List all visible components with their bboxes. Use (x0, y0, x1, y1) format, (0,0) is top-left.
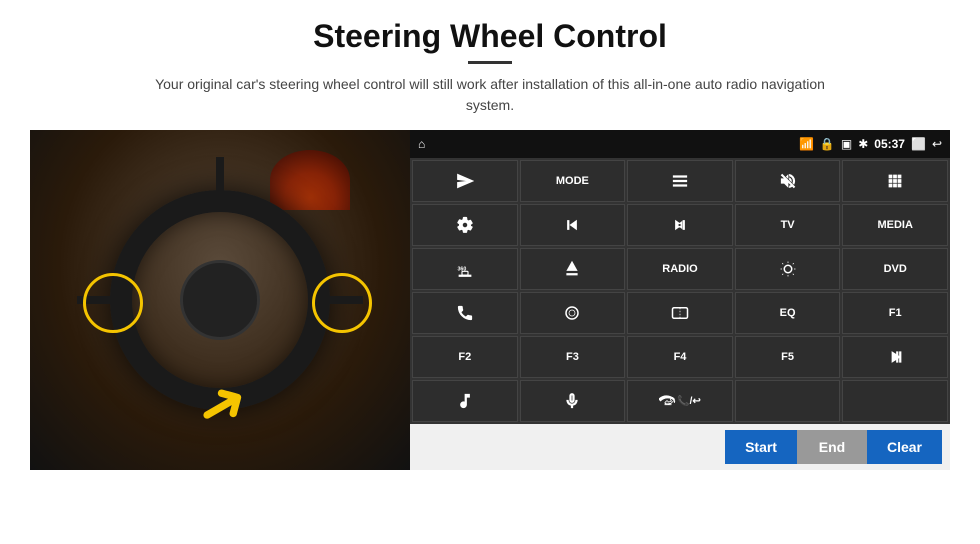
wifi-icon: 📶 (799, 137, 814, 151)
mode-button[interactable]: MODE (520, 160, 626, 202)
mic-button[interactable] (520, 380, 626, 422)
prev-button[interactable] (520, 204, 626, 246)
page-subtitle: Your original car's steering wheel contr… (140, 74, 840, 116)
dashboard-gauge (270, 150, 350, 210)
send-button[interactable] (412, 160, 518, 202)
brightness-button[interactable] (735, 248, 841, 290)
back-icon: ↩ (932, 137, 942, 151)
end-button[interactable]: End (797, 430, 867, 464)
steering-wheel-bg: ➜ (30, 130, 410, 470)
lock-icon: 🔒 (820, 137, 835, 151)
button-grid: MODE TV (410, 158, 950, 424)
home-icon: ⌂ (418, 137, 425, 151)
apps-button[interactable] (842, 160, 948, 202)
spoke-top (216, 157, 224, 212)
status-bar-right: 📶 🔒 ▣ ✱ 05:37 ⬜ ↩ (799, 137, 942, 151)
tv-button[interactable]: TV (735, 204, 841, 246)
f3-button[interactable]: F3 (520, 336, 626, 378)
status-bar: ⌂ 📶 🔒 ▣ ✱ 05:37 ⬜ ↩ (410, 130, 950, 158)
empty-2 (842, 380, 948, 422)
title-divider (468, 61, 512, 64)
bt-icon: ✱ (858, 137, 868, 151)
f1-button[interactable]: F1 (842, 292, 948, 334)
highlight-circle-left (83, 273, 143, 333)
clear-button[interactable]: Clear (867, 430, 942, 464)
steering-wheel-image: ➜ (30, 130, 410, 470)
list-button[interactable] (627, 160, 733, 202)
music-button[interactable] (412, 380, 518, 422)
start-button[interactable]: Start (725, 430, 797, 464)
swipe-button[interactable] (520, 292, 626, 334)
control-panel: ⌂ 📶 🔒 ▣ ✱ 05:37 ⬜ ↩ MODE (410, 130, 950, 470)
f2-button[interactable]: F2 (412, 336, 518, 378)
next-button[interactable] (627, 204, 733, 246)
mute-button[interactable] (735, 160, 841, 202)
cam360-button[interactable]: 360 (412, 248, 518, 290)
phone-button[interactable] (412, 292, 518, 334)
media-button[interactable]: MEDIA (842, 204, 948, 246)
settings-button[interactable] (412, 204, 518, 246)
page-container: Steering Wheel Control Your original car… (0, 0, 980, 544)
sd-icon: ▣ (841, 137, 852, 151)
screen-icon: ⬜ (911, 137, 926, 151)
status-bar-left: ⌂ (418, 137, 425, 151)
f4-button[interactable]: F4 (627, 336, 733, 378)
highlight-circle-right (312, 273, 372, 333)
content-row: ➜ ⌂ 📶 🔒 ▣ ✱ 05:37 ⬜ ↩ (30, 130, 950, 470)
mirror-button[interactable] (627, 292, 733, 334)
hangup-button[interactable]: 📞/↩ (627, 380, 733, 422)
radio-button[interactable]: RADIO (627, 248, 733, 290)
empty-1 (735, 380, 841, 422)
bottom-action-bar: Start End Clear (410, 424, 950, 470)
eq-button[interactable]: EQ (735, 292, 841, 334)
eject-button[interactable] (520, 248, 626, 290)
steering-wheel-inner (180, 260, 260, 340)
status-time: 05:37 (874, 137, 905, 151)
page-title: Steering Wheel Control (313, 18, 667, 55)
f5-button[interactable]: F5 (735, 336, 841, 378)
dvd-button[interactable]: DVD (842, 248, 948, 290)
playpause-button[interactable] (842, 336, 948, 378)
